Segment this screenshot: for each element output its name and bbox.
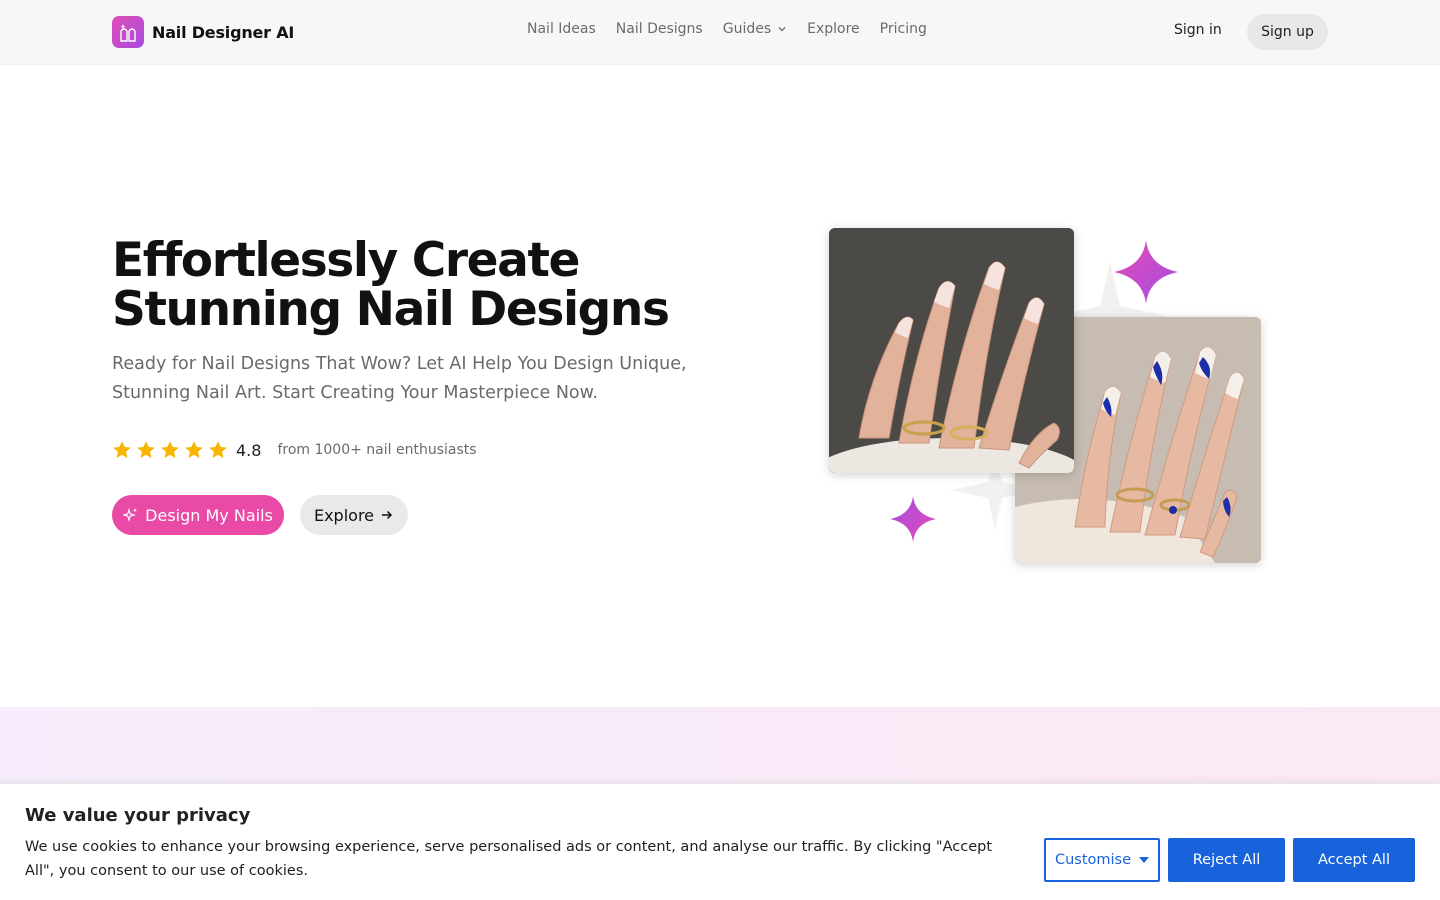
customise-label: Customise [1054, 852, 1132, 868]
sparkle-icon [890, 496, 936, 542]
nav-item-guides-label: Guides [722, 21, 772, 37]
reject-all-button[interactable]: Reject All [1168, 838, 1285, 882]
rating: 4.8 from 1000+ nail enthusiasts [112, 440, 477, 460]
cookie-title: We value your privacy [25, 805, 251, 826]
star-icon [161, 441, 179, 458]
rating-text: from 1000+ nail enthusiasts [277, 442, 477, 458]
site-header: Nail Designer AI Nail Ideas Nail Designs… [0, 0, 1440, 65]
cookie-text: We use cookies to enhance your browsing … [25, 839, 993, 879]
sparkles-icon [123, 508, 138, 522]
customise-button[interactable]: Customise [1044, 838, 1160, 882]
nail-photo-french-tips [829, 228, 1074, 473]
nav-item-explore[interactable]: Explore [807, 21, 860, 37]
hero-title-line2: Stunning Nail Designs [112, 282, 670, 337]
accept-all-button[interactable]: Accept All [1293, 838, 1415, 882]
hero-title-line1: Effortlessly Create [112, 233, 580, 288]
rating-value: 4.8 [236, 440, 262, 460]
design-my-nails-label: Design My Nails [145, 505, 273, 525]
nav-item-nail-ideas[interactable]: Nail Ideas [527, 21, 596, 37]
hero-subtitle: Ready for Nail Designs That Wow? Let AI … [112, 354, 687, 403]
star-icon [209, 441, 227, 458]
cookie-consent-banner: We value your privacy We use cookies to … [0, 783, 1440, 900]
hero-title: Effortlessly Create Stunning Nail Design… [112, 236, 712, 334]
caret-down-icon [1139, 857, 1150, 863]
nav-item-pricing[interactable]: Pricing [880, 21, 927, 37]
star-icon [137, 441, 155, 458]
arrow-right-icon [382, 510, 393, 520]
sparkle-icon [1114, 240, 1178, 304]
brand-name: Nail Designer AI [152, 22, 295, 42]
star-icon [113, 441, 131, 458]
star-icon [185, 441, 203, 458]
chevron-down-icon [778, 27, 786, 32]
hand-illustration [829, 228, 1074, 473]
brand-logo[interactable]: Nail Designer AI [112, 16, 294, 48]
sign-in-link[interactable]: Sign in [1174, 22, 1222, 38]
explore-button[interactable]: Explore [300, 495, 408, 535]
rating-stars [112, 440, 228, 460]
nav-item-guides[interactable]: Guides [723, 21, 787, 37]
nav-item-nail-designs[interactable]: Nail Designs [616, 21, 703, 37]
design-my-nails-button[interactable]: Design My Nails [112, 495, 284, 535]
explore-label: Explore [313, 505, 375, 525]
sign-up-button[interactable]: Sign up [1247, 14, 1328, 50]
nail-bottle-icon [112, 16, 144, 48]
main-nav: Nail Ideas Nail Designs Guides Explore P… [527, 21, 927, 37]
